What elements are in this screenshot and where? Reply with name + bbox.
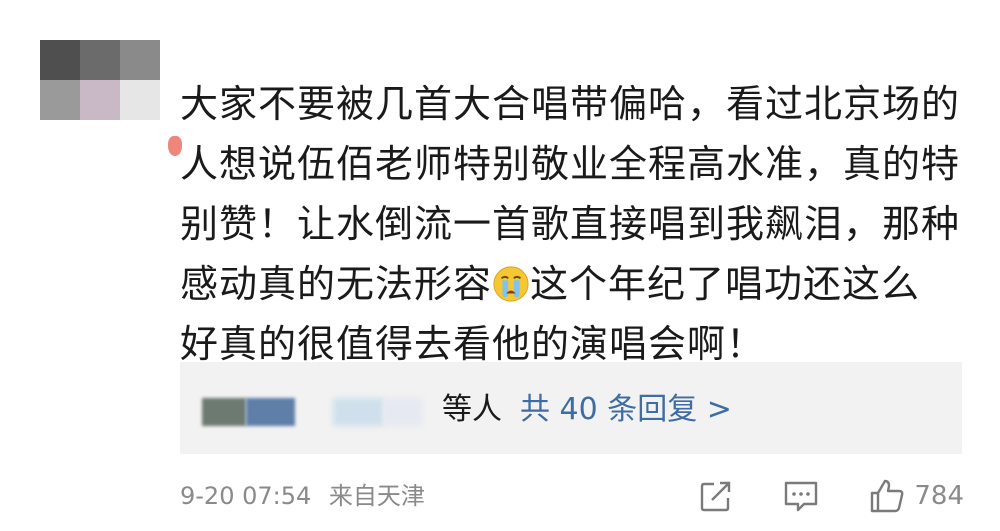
reply-avatars — [202, 398, 423, 426]
comment-line: 别赞！让水倒流一首歌直接唱到我飙泪，那种 — [180, 202, 961, 246]
thumbs-up-icon — [871, 479, 904, 513]
comment-segment: 感动真的无法形容 — [180, 262, 493, 306]
like-count: 784 — [914, 481, 964, 511]
username[interactable] — [178, 30, 418, 52]
like-button[interactable]: 784 — [868, 477, 964, 515]
view-replies-link[interactable]: 共 40 条回复 > — [520, 392, 732, 427]
comment-meta: 9-20 07:54 来自天津 — [180, 476, 425, 516]
crying-face-icon — [493, 266, 529, 302]
share-button[interactable] — [698, 478, 734, 514]
comment-line: 大家不要被几首大合唱带偏哈，看过北京场的 — [180, 82, 961, 126]
comment-line: 人想说伍佰老师特别敬业全程高水准，真的特 — [180, 142, 961, 186]
reply-summary: 等人共 40 条回复 > — [442, 388, 732, 432]
comment-actions: 784 — [650, 470, 964, 522]
location-source: 来自天津 — [328, 482, 425, 510]
reply-preview[interactable]: 等人共 40 条回复 > — [180, 362, 962, 454]
comment-text: 大家不要被几首大合唱带偏哈，看过北京场的 人想说伍佰老师特别敬业全程高水准，真的… — [180, 74, 970, 374]
timestamp: 9-20 07:54 — [180, 482, 312, 510]
share-icon — [701, 481, 731, 512]
avatar[interactable] — [40, 40, 182, 156]
comment-icon — [785, 481, 818, 512]
comment-line: 感动真的无法形容 这个年纪了唱功还这么 — [180, 254, 970, 314]
reply-others-label: 等人 — [442, 392, 502, 427]
comment-segment: 这个年纪了唱功还这么 — [530, 262, 921, 306]
comment-button[interactable] — [782, 478, 820, 514]
